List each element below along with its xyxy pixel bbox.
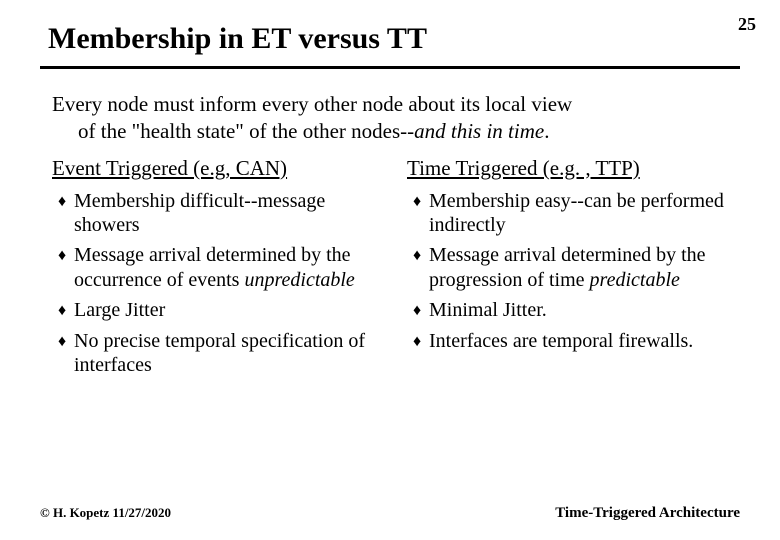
- list-item: ♦ No precise temporal specification of i…: [52, 329, 385, 378]
- slide-container: 25 Membership in ET versus TT Every node…: [0, 0, 780, 540]
- diamond-icon: ♦: [407, 189, 429, 212]
- footer-copyright: © H. Kopetz 11/27/2020: [40, 505, 171, 521]
- diamond-icon: ♦: [52, 243, 74, 266]
- right-bullet-list: ♦ Membership easy--can be performed indi…: [407, 189, 740, 353]
- bullet-text: No precise temporal specification of int…: [74, 329, 385, 378]
- bullet-text-italic: unpredictable: [244, 269, 354, 291]
- intro-line1: Every node must inform every other node …: [52, 92, 572, 116]
- bullet-text: Interfaces are temporal firewalls.: [429, 329, 740, 353]
- list-item: ♦ Membership easy--can be performed indi…: [407, 189, 740, 238]
- page-number: 25: [738, 14, 756, 35]
- list-item: ♦ Large Jitter: [52, 298, 385, 322]
- title-block: Membership in ET versus TT: [0, 0, 780, 56]
- list-item: ♦ Message arrival determined by the occu…: [52, 243, 385, 292]
- bullet-text: Message arrival determined by the occurr…: [74, 243, 385, 292]
- footer-title: Time-Triggered Architecture: [555, 505, 740, 522]
- list-item: ♦ Membership difficult--message showers: [52, 189, 385, 238]
- right-column: Time Triggered (e.g. , TTP) ♦ Membership…: [397, 156, 740, 384]
- list-item: ♦ Minimal Jitter.: [407, 298, 740, 322]
- diamond-icon: ♦: [407, 243, 429, 266]
- intro-line2c: .: [544, 119, 549, 143]
- intro-line2a: of the "health state" of the other nodes…: [78, 119, 414, 143]
- bullet-text: Large Jitter: [74, 298, 385, 322]
- footer: © H. Kopetz 11/27/2020 Time-Triggered Ar…: [40, 505, 740, 522]
- diamond-icon: ♦: [407, 298, 429, 321]
- list-item: ♦ Message arrival determined by the prog…: [407, 243, 740, 292]
- left-bullet-list: ♦ Membership difficult--message showers …: [52, 189, 385, 378]
- bullet-text: Membership easy--can be performed indire…: [429, 189, 740, 238]
- two-columns: Event Triggered (e.g, CAN) ♦ Membership …: [52, 156, 740, 384]
- left-column-heading: Event Triggered (e.g, CAN): [52, 156, 385, 181]
- diamond-icon: ♦: [52, 189, 74, 212]
- bullet-text-italic: predictable: [590, 269, 680, 291]
- intro-text: Every node must inform every other node …: [52, 91, 740, 146]
- diamond-icon: ♦: [407, 329, 429, 352]
- intro-line2: of the "health state" of the other nodes…: [52, 118, 740, 145]
- content-area: Every node must inform every other node …: [0, 69, 780, 383]
- bullet-text: Minimal Jitter.: [429, 298, 740, 322]
- diamond-icon: ♦: [52, 329, 74, 352]
- diamond-icon: ♦: [52, 298, 74, 321]
- left-column: Event Triggered (e.g, CAN) ♦ Membership …: [52, 156, 385, 384]
- bullet-text: Membership difficult--message showers: [74, 189, 385, 238]
- slide-title: Membership in ET versus TT: [48, 22, 740, 56]
- bullet-text: Message arrival determined by the progre…: [429, 243, 740, 292]
- intro-line2b: and this in time: [414, 119, 544, 143]
- list-item: ♦ Interfaces are temporal firewalls.: [407, 329, 740, 353]
- right-column-heading: Time Triggered (e.g. , TTP): [407, 156, 740, 181]
